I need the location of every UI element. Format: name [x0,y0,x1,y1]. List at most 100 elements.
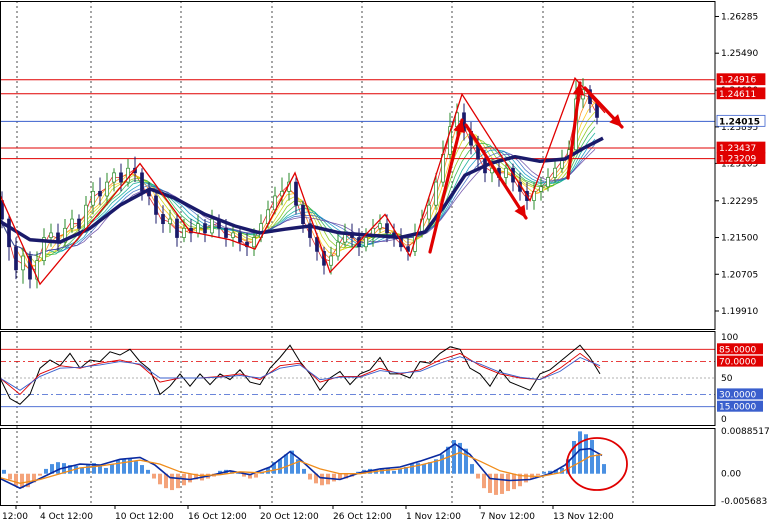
candle-body [203,223,207,234]
macd-histogram-bar [602,464,606,474]
candle-body [119,172,123,183]
macd-histogram-bar [524,473,528,483]
macd-histogram-bar [44,468,48,474]
macd-axis-label: -0.005683 [721,497,767,507]
macd-histogram-bar [80,467,84,474]
candle-body [182,227,186,238]
candle-body [504,167,508,178]
macd-histogram-bar [320,473,324,486]
macd-histogram-bar [146,469,150,474]
macd-histogram-bar [536,473,540,476]
rsi-level-text: 85.0000 [719,345,756,355]
x-tick-label: 13 Nov 12:00 [553,512,614,522]
macd-axis-label: 0.0088517 [721,427,770,437]
macd-histogram-bar [482,473,486,489]
macd-histogram-bar [422,464,426,474]
candle-body [378,223,382,229]
macd-histogram-bar [332,473,336,482]
macd-histogram-bar [176,473,180,489]
candle-body [49,232,53,238]
candle-body [427,204,431,220]
candle-body [7,218,11,248]
macd-histogram-bar [128,458,132,474]
macd-histogram-bar [38,473,42,476]
candle-body [364,237,368,248]
candle-body [539,186,543,192]
x-tick-label: 4 Oct 12:00 [40,512,93,522]
candle-body [98,190,102,197]
macd-histogram-bar [410,464,414,474]
candle-body [154,195,158,215]
candle-body [210,218,214,234]
candle-body [14,246,18,271]
macd-histogram-bar [116,460,120,474]
rsi-axis-label: 50 [721,374,733,384]
macd-histogram-bar [578,431,582,474]
macd-histogram-bar [8,473,12,480]
rsi-level-text: 30.0000 [719,390,756,400]
candle-body [553,167,557,178]
x-tick-label: 7 Nov 12:00 [480,512,535,522]
macd-histogram-bar [428,462,432,474]
macd-histogram-bar [476,473,480,479]
candle-body [301,204,305,225]
level-label-text: 1.23209 [719,155,756,165]
macd-histogram-bar [152,473,156,479]
candle-body [161,214,165,225]
level-label-text: 1.24611 [719,90,756,100]
candle-body [175,218,179,238]
candle-body [196,223,200,234]
macd-histogram-bar [494,473,498,495]
candle-body [546,177,550,188]
macd-histogram-bar [98,466,102,474]
macd-histogram-bar [470,464,474,474]
candle-body [77,218,81,229]
macd-histogram-bar [158,473,162,485]
macd-histogram-bar [278,459,282,474]
macd-axis-label: 0.00 [721,470,741,480]
x-tick-label: 1 Nov 12:00 [406,512,461,522]
macd-histogram-bar [140,465,144,474]
price-tick-label: 1.25490 [721,49,758,59]
price-tick-label: 1.26285 [721,12,758,22]
candle-body [70,218,74,229]
macd-histogram-bar [500,473,504,494]
candle-body [336,241,340,257]
macd-histogram-bar [188,473,192,483]
candle-body [84,204,88,229]
macd-histogram-bar [110,464,114,474]
x-tick-label: 20 Oct 12:00 [260,512,319,522]
macd-histogram-bar [284,454,288,474]
price-tick-label: 1.21500 [721,234,758,244]
candle-body [329,255,333,266]
macd-histogram-bar [392,470,396,474]
macd-histogram-bar [596,454,600,474]
candle-body [140,172,144,192]
macd-histogram-bar [506,473,510,492]
macd-histogram-bar [104,467,108,474]
macd-histogram-bar [134,461,138,474]
macd-histogram-bar [14,473,18,486]
macd-histogram-bar [56,462,60,474]
candle-body [294,181,298,206]
candle-body [21,255,25,271]
macd-histogram-bar [122,459,126,474]
macd-histogram-bar [254,473,258,478]
chart-canvas: 12:00 4 Oct 12:00 10 Oct 12:00 16 Oct 12:00… [0,0,770,525]
level-label-text: 1.24015 [719,117,760,127]
candle-body [231,232,235,238]
macd-histogram-bar [542,471,546,474]
macd-histogram-bar [440,454,444,474]
level-label-text: 1.24916 [719,76,756,86]
rsi-level-text: 15.0000 [719,403,756,413]
candle-body [224,227,228,238]
rsi-level-text: 70.0000 [719,358,756,368]
candle-body [168,218,172,225]
candle-body [105,181,109,197]
x-tick-label: 10 Oct 12:00 [115,512,174,522]
price-tick-label: 1.22295 [721,197,758,207]
candle-body [252,237,256,248]
candle-body [385,223,389,234]
x-tick-label: 26 Oct 12:00 [333,512,392,522]
macd-histogram-bar [2,469,6,474]
